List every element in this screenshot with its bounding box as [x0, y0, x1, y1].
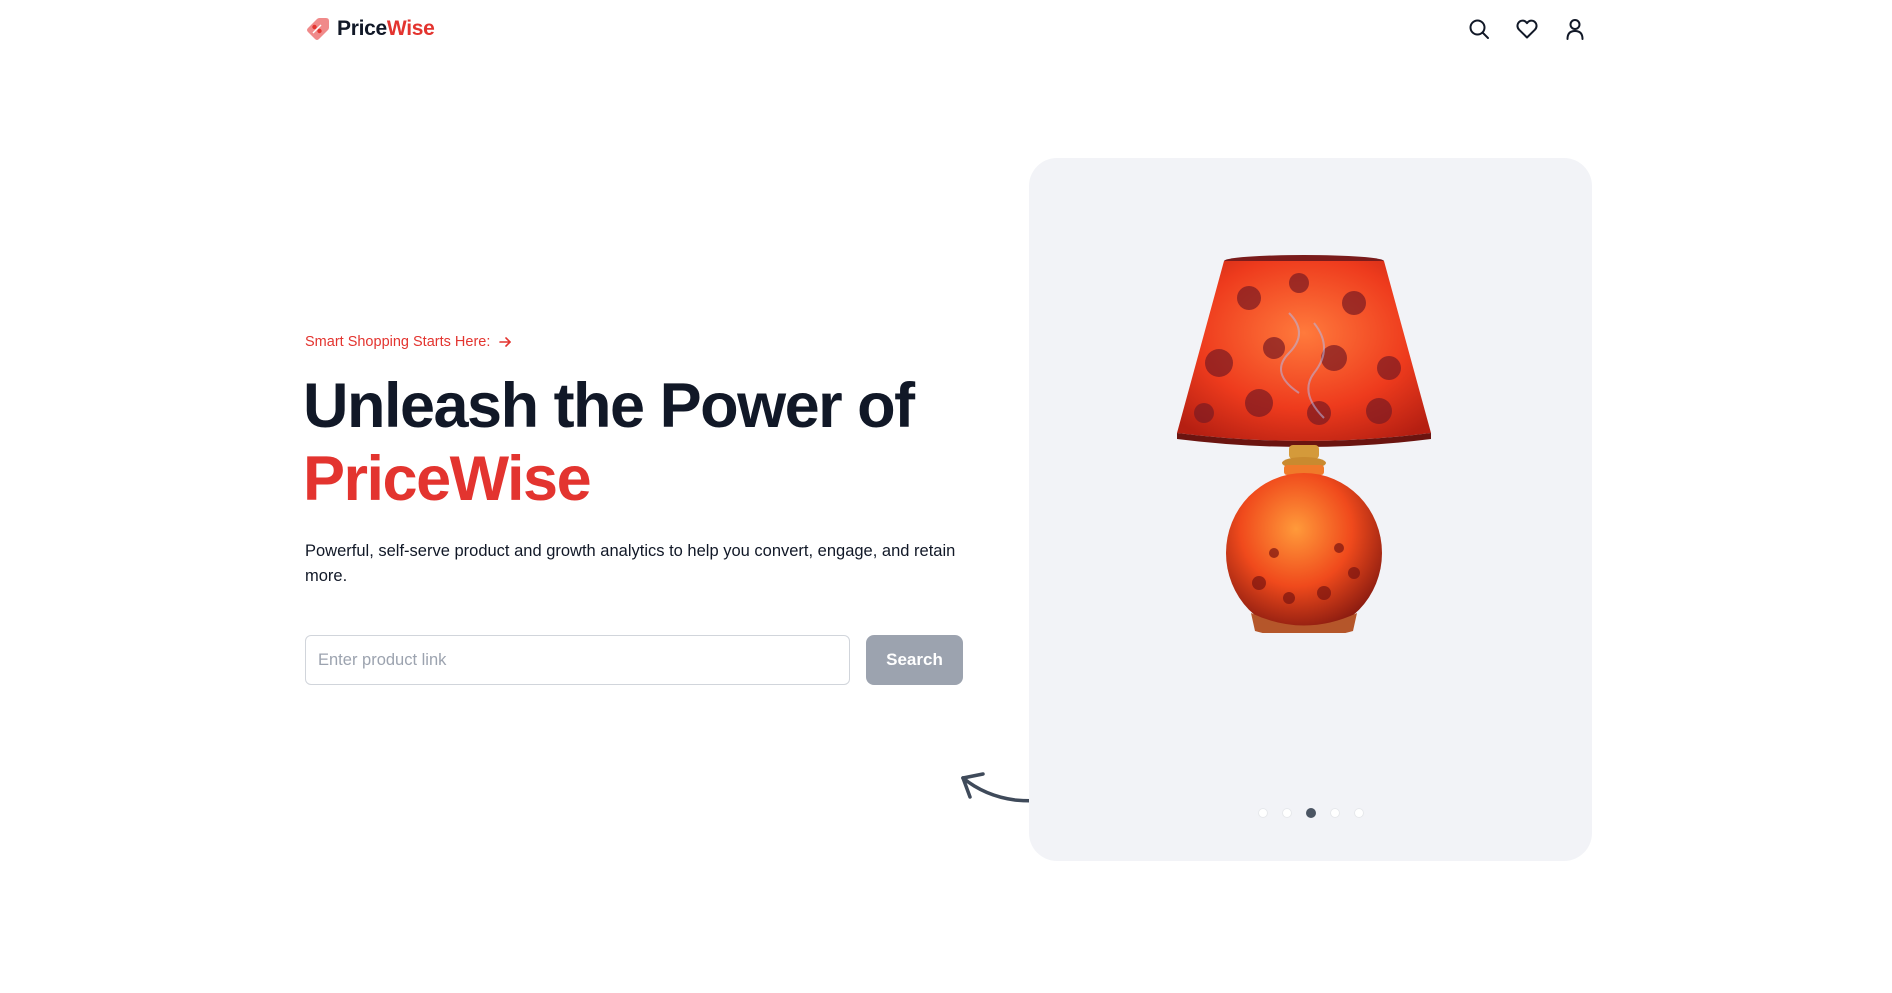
product-link-input[interactable]	[305, 635, 850, 685]
product-carousel[interactable]	[1029, 158, 1592, 861]
top-navbar: PriceWise	[305, 12, 1588, 46]
tagline-text: Smart Shopping Starts Here:	[305, 334, 491, 350]
headline-brand: PriceWise	[303, 444, 592, 514]
carousel-dot[interactable]	[1257, 808, 1268, 818]
search-icon[interactable]	[1466, 16, 1492, 42]
carousel-dot[interactable]	[1353, 808, 1364, 818]
brand-name: PriceWise	[337, 17, 435, 40]
carousel-dot-active[interactable]	[1305, 808, 1316, 818]
price-tag-icon	[307, 18, 329, 40]
hero-headline: Unleash the Power of PriceWise	[303, 370, 1003, 516]
hero-subtitle: Powerful, self-serve product and growth …	[305, 542, 956, 585]
carousel-dots	[1029, 808, 1592, 818]
headline-line-1: Unleash the Power of	[303, 371, 915, 441]
heart-icon[interactable]	[1514, 16, 1540, 42]
search-form: Search	[305, 635, 963, 685]
table-lamp-image	[1177, 255, 1431, 633]
search-button[interactable]: Search	[866, 635, 963, 685]
arrow-right-icon	[499, 337, 512, 347]
user-icon[interactable]	[1562, 16, 1588, 42]
tagline: Smart Shopping Starts Here:	[305, 334, 512, 350]
carousel-dot[interactable]	[1281, 808, 1292, 818]
brand-logo[interactable]: PriceWise	[305, 16, 435, 42]
carousel-dot[interactable]	[1329, 808, 1340, 818]
nav-icon-group	[1466, 16, 1588, 42]
